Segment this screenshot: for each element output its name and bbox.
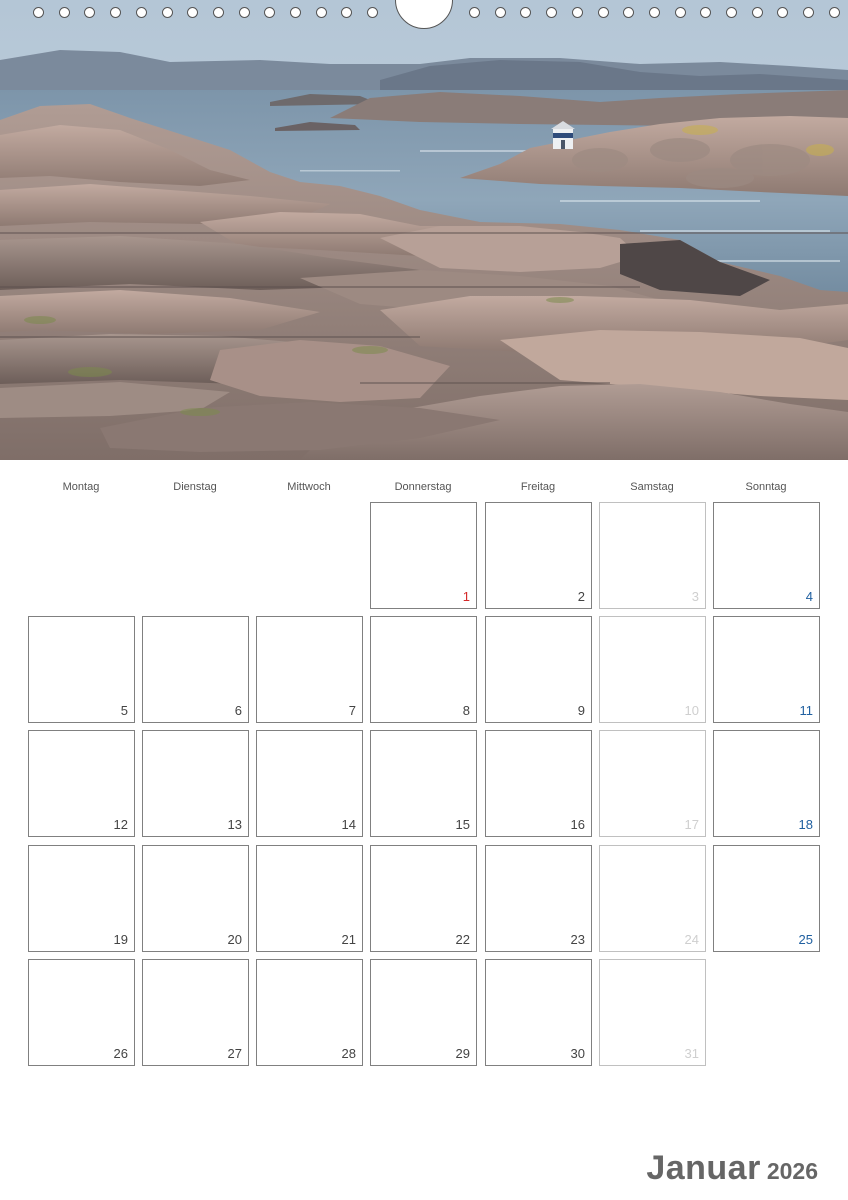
weekday-label: Freitag [520,481,556,493]
month-name: Januar [646,1149,761,1187]
weekday-label: Montag [62,481,100,493]
day-number: 11 [799,703,814,718]
day-cell: 15 [370,730,477,837]
day-number: 31 [684,1046,699,1061]
calendar-title: Januar 2026 [646,1149,818,1188]
day-cell: 24 [599,845,706,952]
weekday-label: Mittwoch [287,481,331,493]
day-cell: 7 [256,616,363,723]
day-number: 6 [234,703,242,718]
day-number: 30 [570,1046,585,1061]
day-number: 1 [462,589,470,604]
weekday-label: Sonntag [745,481,787,493]
day-number: 24 [684,932,699,947]
day-cell: 27 [142,959,249,1066]
day-cell: 19 [28,845,135,952]
day-cell: 18 [713,730,820,837]
weekday-label: Dienstag [173,481,217,493]
day-number: 23 [570,932,585,947]
year: 2026 [766,1158,818,1184]
day-number: 7 [348,703,356,718]
day-number: 2 [577,589,585,604]
day-number: 10 [684,703,699,718]
day-cell: 11 [713,616,820,723]
day-cell: 21 [256,845,363,952]
day-number: 27 [227,1046,242,1061]
header-photo [0,0,848,460]
day-number: 9 [577,703,585,718]
day-number: 19 [113,932,128,947]
day-cell: 5 [28,616,135,723]
day-number: 29 [455,1046,470,1061]
day-number: 12 [113,817,128,832]
day-cell: 22 [370,845,477,952]
day-number: 21 [341,932,356,947]
day-cell: 4 [713,502,820,609]
day-number: 16 [570,817,585,832]
day-cell: 31 [599,959,706,1066]
day-number: 22 [455,932,470,947]
day-number: 28 [341,1046,356,1061]
day-cell: 20 [142,845,249,952]
day-number: 5 [120,703,128,718]
day-number: 3 [691,589,699,604]
day-number: 17 [684,817,699,832]
day-number: 18 [798,817,813,832]
weekday-label: Samstag [630,481,674,493]
day-cell: 1 [370,502,477,609]
day-number: 15 [455,817,470,832]
day-cell: 14 [256,730,363,837]
day-cell: 28 [256,959,363,1066]
day-cell: 12 [28,730,135,837]
coastal-rocks-lighthouse-photo [0,0,848,460]
day-cell: 30 [485,959,592,1066]
day-cell: 6 [142,616,249,723]
day-cell: 29 [370,959,477,1066]
day-cell: 13 [142,730,249,837]
day-number: 8 [462,703,470,718]
day-cell: 23 [485,845,592,952]
day-number: 26 [113,1046,128,1061]
day-cell: 10 [599,616,706,723]
day-cell: 3 [599,502,706,609]
day-cell: 2 [485,502,592,609]
day-number: 4 [805,589,813,604]
day-cell: 8 [370,616,477,723]
day-cell: 26 [28,959,135,1066]
day-cell: 17 [599,730,706,837]
weekday-label: Donnerstag [394,481,452,493]
day-cell: 25 [713,845,820,952]
day-number: 20 [227,932,242,947]
day-number: 13 [227,817,242,832]
day-cell: 16 [485,730,592,837]
day-cell: 9 [485,616,592,723]
day-number: 25 [798,932,813,947]
day-number: 14 [341,817,356,832]
